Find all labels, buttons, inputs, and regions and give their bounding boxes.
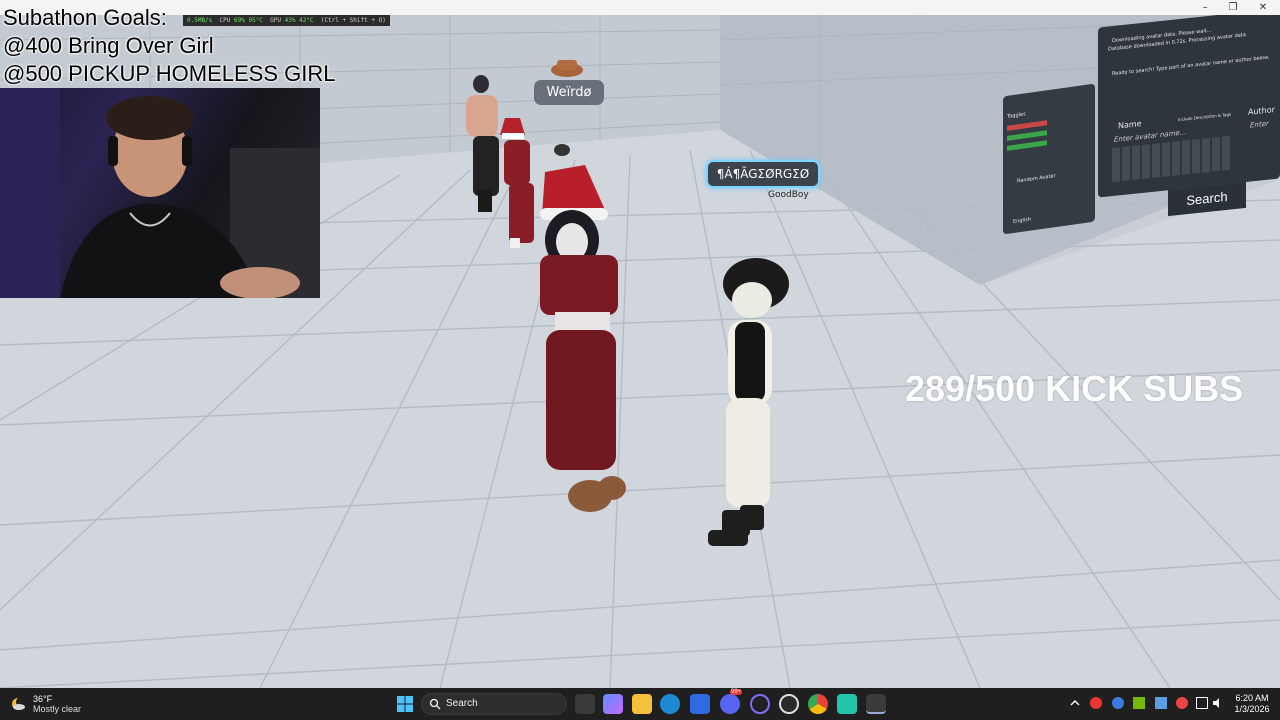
discord-icon[interactable]: 99+ — [720, 689, 743, 714]
goal-400: @400 Bring Over Girl — [3, 33, 214, 58]
goal-500: @500 PICKUP HOMELESS GIRL — [3, 61, 336, 86]
name-label: Name — [1118, 118, 1142, 131]
nameplate-goodboy-subtitle: GoodBoy — [768, 190, 809, 200]
tray-chevron-up-icon[interactable] — [1069, 697, 1081, 709]
random-avatar-button[interactable]: Random Avatar — [1017, 173, 1056, 184]
microphone-icon[interactable] — [1176, 697, 1188, 709]
avatar-search-panel[interactable]: Downloading avatar data. Please wait... … — [1098, 8, 1280, 198]
clock-time: 6:20 AM — [1235, 693, 1269, 703]
weather-desc: Mostly clear — [33, 704, 82, 714]
toggle-bar-red[interactable] — [1007, 120, 1047, 131]
nameplate-goodboy[interactable]: ¶Á¶ÃGΣØRGΣØ — [706, 160, 820, 188]
author-label: Author — [1248, 104, 1275, 117]
maximize-button[interactable]: ❐ — [1216, 0, 1250, 15]
toggle-bar-green[interactable] — [1007, 130, 1047, 141]
taskbar: 36°F Mostly clear Search 99+ 6:20 AM 1/3… — [0, 688, 1280, 720]
chrome-icon[interactable] — [808, 694, 828, 714]
network-icon[interactable] — [1196, 697, 1208, 709]
webcam-feed — [0, 88, 320, 298]
game-viewport[interactable]: – ❐ ✕ 0.5MB/s CPU 69% 95°C GPU 43% 42°C … — [0, 0, 1280, 688]
discord-badge: 99+ — [730, 689, 743, 695]
close-button[interactable]: ✕ — [1246, 0, 1280, 15]
search-icon — [429, 698, 441, 710]
system-clock[interactable]: 6:20 AM 1/3/2026 — [1230, 693, 1274, 715]
streamer-camera-image — [0, 88, 320, 298]
obs-icon[interactable] — [750, 694, 770, 714]
toggles-label: Toggles — [1007, 111, 1026, 120]
search-hint: Ready to search! Type part of an avatar … — [1112, 54, 1270, 78]
vrchat-icon[interactable] — [866, 694, 886, 714]
avatar-menu-sidebar[interactable]: Toggles Random Avatar English — [1003, 83, 1095, 235]
subathon-goals: Subathon Goals: @400 Bring Over Girl @50… — [3, 4, 336, 88]
file-explorer-icon[interactable] — [632, 694, 652, 714]
bluetooth-icon[interactable] — [1112, 697, 1124, 709]
on-screen-keyboard[interactable] — [1112, 135, 1232, 183]
clock-date: 1/3/2026 — [1234, 704, 1270, 714]
nvidia-icon[interactable] — [1133, 697, 1145, 709]
windows-start-icon[interactable] — [395, 694, 415, 714]
tray-security-icon[interactable] — [1155, 697, 1167, 709]
kick-app-icon[interactable] — [837, 694, 857, 714]
tray-app-icon[interactable] — [1090, 697, 1102, 709]
steam-icon[interactable] — [779, 694, 799, 714]
goals-title: Subathon Goals: — [3, 5, 167, 30]
author-input[interactable]: Enter — [1250, 120, 1269, 130]
include-desc-checkbox[interactable]: Include Description & Tags — [1178, 112, 1231, 123]
weather-moon-icon — [12, 697, 26, 710]
nameplate-weirdo[interactable]: Weïrdø — [534, 80, 604, 105]
edge-icon[interactable] — [660, 694, 680, 714]
taskbar-search[interactable]: Search — [421, 693, 567, 715]
task-view-icon[interactable] — [575, 694, 595, 714]
taskbar-search-label: Search — [446, 698, 478, 709]
language-select[interactable]: English — [1013, 217, 1031, 226]
toggle-bar-green-2[interactable] — [1007, 140, 1047, 151]
volume-icon[interactable] — [1212, 697, 1224, 709]
weather-temp: 36°F — [33, 694, 53, 704]
copilot-icon[interactable] — [603, 694, 623, 714]
kick-subs-counter: 289/500 KICK SUBS — [905, 368, 1244, 409]
store-icon[interactable] — [690, 694, 710, 714]
